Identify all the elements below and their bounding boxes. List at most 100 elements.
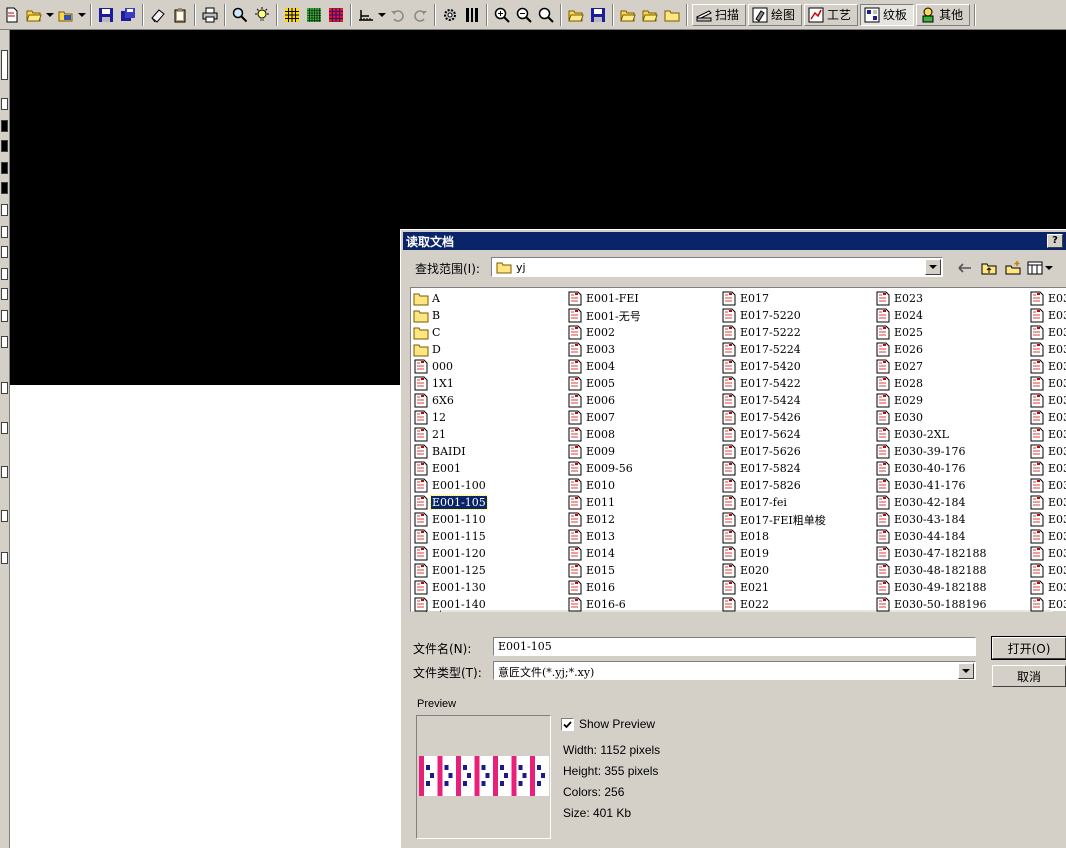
tab-other[interactable]: 其他 xyxy=(916,3,971,26)
up-folder-button[interactable] xyxy=(978,257,1000,279)
left-tool-button[interactable] xyxy=(1,552,8,564)
grid-red-button[interactable] xyxy=(326,4,346,26)
left-tool-button[interactable] xyxy=(1,466,8,478)
left-tool-button[interactable] xyxy=(1,226,8,238)
folder-item[interactable]: D xyxy=(413,341,487,358)
redo-button[interactable] xyxy=(410,4,430,26)
left-tool-button[interactable] xyxy=(1,510,8,522)
file-item[interactable]: E020 xyxy=(721,562,827,579)
file-item[interactable]: E031 xyxy=(1029,392,1066,409)
file-item[interactable]: E017-5824 xyxy=(721,460,827,477)
file-item[interactable]: E033 xyxy=(1029,494,1066,511)
filetype-dropdown-button[interactable] xyxy=(958,663,974,679)
zoom-in-button[interactable] xyxy=(492,4,512,26)
file-item[interactable]: E036 xyxy=(1029,562,1066,579)
file-item[interactable]: E005 xyxy=(567,375,642,392)
file-item[interactable]: E012 xyxy=(567,511,642,528)
file-item[interactable]: E023 xyxy=(875,290,987,307)
file-item[interactable]: E017-5222 xyxy=(721,324,827,341)
save-all-button[interactable] xyxy=(118,4,138,26)
file-item[interactable]: E016-6 xyxy=(567,596,642,612)
file-item[interactable]: E034 xyxy=(1029,528,1066,545)
left-tool-button[interactable] xyxy=(1,204,8,216)
file-item[interactable]: E030 xyxy=(875,409,987,426)
cancel-button[interactable]: 取消 xyxy=(992,665,1066,687)
file-item[interactable]: E035 xyxy=(1029,545,1066,562)
file-item[interactable]: E030-48-182188 xyxy=(875,562,987,579)
new-folder-button[interactable] xyxy=(1002,257,1024,279)
left-tool-button[interactable] xyxy=(1,98,8,110)
file-item[interactable]: E030 xyxy=(1029,341,1066,358)
file-item[interactable]: 21 xyxy=(413,426,487,443)
new-file-button[interactable] xyxy=(2,4,22,26)
file-item[interactable]: E030 xyxy=(1029,375,1066,392)
file-item[interactable]: 12 xyxy=(413,409,487,426)
left-tool-button[interactable] xyxy=(1,50,8,80)
file-item[interactable]: E009 xyxy=(567,443,642,460)
file-list[interactable]: A B C D 000 1X1 6X6 12 21 BAIDI E001 E001-100 E001-1… xyxy=(410,287,1066,612)
file-item[interactable]: E001-100 xyxy=(413,477,487,494)
columns-button[interactable] xyxy=(462,4,482,26)
file-item[interactable]: E001 xyxy=(413,460,487,477)
measure-dropdown-arrow[interactable] xyxy=(378,4,386,26)
file-item[interactable]: E017-5826 xyxy=(721,477,827,494)
left-tool-button[interactable] xyxy=(1,422,8,434)
file-item[interactable]: E030 xyxy=(1029,324,1066,341)
file-item[interactable]: E032 xyxy=(1029,443,1066,460)
file-item[interactable]: E024 xyxy=(875,307,987,324)
file-item[interactable]: E013 xyxy=(567,528,642,545)
folder-item[interactable]: A xyxy=(413,290,487,307)
file-item[interactable]: E030-49-182188 xyxy=(875,579,987,596)
tab-draw[interactable]: 绘图 xyxy=(748,3,803,26)
save-as-dropdown-arrow[interactable] xyxy=(78,4,86,26)
file-item[interactable]: 6X6 xyxy=(413,392,487,409)
file-item[interactable]: E030-47-182188 xyxy=(875,545,987,562)
open-button[interactable]: 打开(O) xyxy=(991,636,1066,660)
file-item[interactable]: E017-5426 xyxy=(721,409,827,426)
file-item[interactable]: E001-130 xyxy=(413,579,487,596)
left-tool-button[interactable] xyxy=(1,120,8,132)
file-item[interactable]: BAIDI xyxy=(413,443,487,460)
file-item[interactable]: E017 xyxy=(721,290,827,307)
file-item[interactable]: E001-125 xyxy=(413,562,487,579)
filetype-select[interactable]: 意匠文件(*.yj;*.xy) xyxy=(493,661,976,680)
file-item[interactable]: E017-5220 xyxy=(721,307,827,324)
file-item[interactable]: E026 xyxy=(875,341,987,358)
file-item[interactable]: E019 xyxy=(721,545,827,562)
open-dropdown-arrow[interactable] xyxy=(46,4,54,26)
file-item[interactable]: E029 xyxy=(875,392,987,409)
file-item[interactable]: E007 xyxy=(567,409,642,426)
find-button[interactable] xyxy=(230,4,250,26)
file-item[interactable]: E002 xyxy=(567,324,642,341)
zoom-fit-button[interactable] xyxy=(536,4,556,26)
view-menu-button[interactable] xyxy=(1026,257,1054,279)
file-item[interactable]: E018 xyxy=(721,528,827,545)
save-2-button[interactable] xyxy=(588,4,608,26)
left-tool-button[interactable] xyxy=(1,382,8,394)
open-3-button[interactable] xyxy=(618,4,638,26)
file-item[interactable]: E017-5424 xyxy=(721,392,827,409)
file-item[interactable]: E014 xyxy=(567,545,642,562)
paste-button[interactable] xyxy=(170,4,190,26)
back-button[interactable] xyxy=(954,257,976,279)
tab-pattern-card[interactable]: 纹板 xyxy=(860,3,915,26)
folder-item[interactable]: C xyxy=(413,324,487,341)
file-item[interactable]: E001-105 xyxy=(413,494,488,511)
help-button[interactable]: ? xyxy=(1047,234,1063,248)
file-item[interactable]: E030-50-188196 xyxy=(875,596,987,612)
left-tool-button[interactable] xyxy=(1,288,8,300)
open-button[interactable] xyxy=(24,4,44,26)
save-button[interactable] xyxy=(96,4,116,26)
file-item[interactable]: E011 xyxy=(567,494,642,511)
look-in-dropdown-button[interactable] xyxy=(925,259,941,275)
grid-yellow-button[interactable] xyxy=(282,4,302,26)
file-item[interactable]: E033 xyxy=(1029,511,1066,528)
file-item[interactable]: E033 xyxy=(1029,460,1066,477)
grid-green-button[interactable] xyxy=(304,4,324,26)
left-tool-button[interactable] xyxy=(1,162,8,174)
file-item[interactable]: E036 xyxy=(1029,596,1066,612)
measure-button[interactable] xyxy=(356,4,376,26)
tab-scan[interactable]: 扫描 xyxy=(692,3,747,26)
file-item[interactable]: E030-41-176 xyxy=(875,477,987,494)
left-tool-button[interactable] xyxy=(1,182,8,194)
